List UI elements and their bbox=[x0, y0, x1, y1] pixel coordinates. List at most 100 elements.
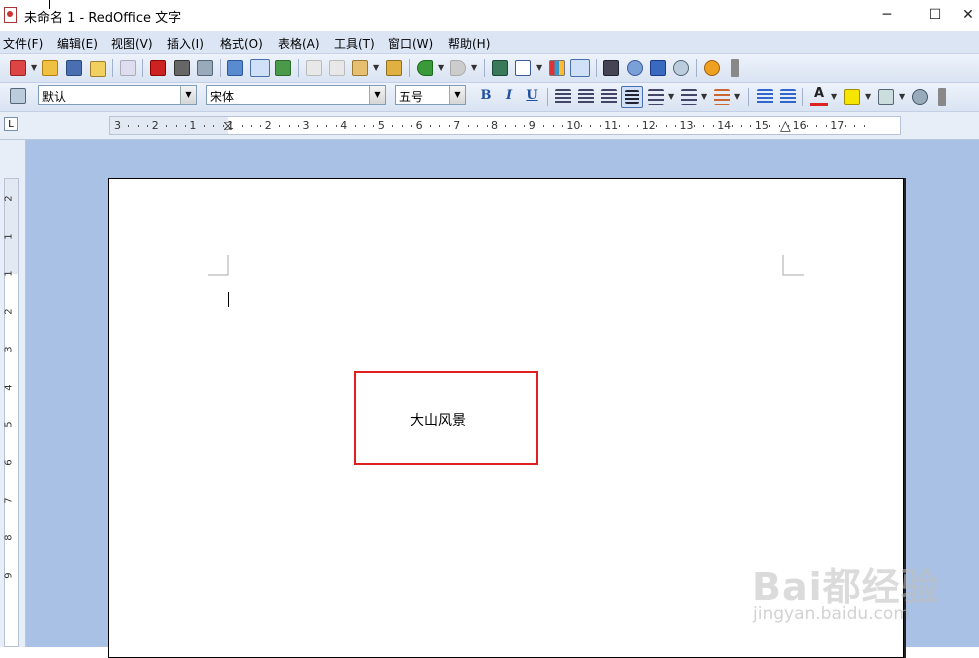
copy-icon[interactable] bbox=[329, 60, 345, 76]
ruler-tick bbox=[250, 125, 252, 127]
redo-icon[interactable] bbox=[450, 60, 466, 76]
chevron-down-icon[interactable]: ▼ bbox=[701, 92, 707, 101]
font-name-combo[interactable]: 宋体 ▼ bbox=[206, 85, 386, 105]
chevron-down-icon[interactable]: ▼ bbox=[899, 92, 905, 101]
increase-indent-icon[interactable] bbox=[780, 89, 796, 105]
zoom-icon[interactable] bbox=[673, 60, 689, 76]
ruler-number: 6 bbox=[3, 459, 15, 466]
ruler-tick bbox=[712, 125, 714, 127]
simplified-traditional-icon[interactable] bbox=[275, 60, 291, 76]
hyperlink-icon[interactable] bbox=[492, 60, 508, 76]
chevron-down-icon[interactable]: ▼ bbox=[831, 92, 837, 101]
italic-button[interactable]: I bbox=[500, 87, 518, 105]
paste-icon[interactable] bbox=[352, 60, 368, 76]
close-button[interactable]: ✕ bbox=[957, 0, 979, 31]
menu-view[interactable]: 视图(V) bbox=[111, 35, 153, 52]
minimize-button[interactable]: ─ bbox=[864, 0, 910, 31]
chevron-down-icon[interactable]: ▼ bbox=[31, 63, 37, 72]
chevron-down-icon[interactable]: ▼ bbox=[734, 92, 740, 101]
line-spacing-icon[interactable] bbox=[648, 89, 664, 105]
edit-file-icon[interactable] bbox=[120, 60, 136, 76]
underline-button[interactable]: U bbox=[523, 87, 541, 105]
menu-format[interactable]: 格式(O) bbox=[220, 35, 263, 52]
align-center-icon[interactable] bbox=[578, 89, 594, 105]
bold-button[interactable]: B bbox=[477, 87, 495, 105]
ruler-tick bbox=[241, 125, 243, 127]
auto-spellcheck-icon[interactable] bbox=[250, 59, 270, 77]
table-icon[interactable] bbox=[515, 60, 531, 76]
menu-table[interactable]: 表格(A) bbox=[278, 35, 320, 52]
right-indent-marker[interactable]: △ bbox=[780, 118, 791, 134]
menu-file[interactable]: 文件(F) bbox=[3, 35, 43, 52]
print-icon[interactable] bbox=[174, 60, 190, 76]
decrease-indent-icon[interactable] bbox=[757, 89, 773, 105]
chevron-down-icon[interactable]: ▼ bbox=[369, 86, 385, 104]
toolbar-overflow-icon[interactable] bbox=[938, 88, 946, 106]
export-pdf-icon[interactable] bbox=[150, 60, 166, 76]
print-preview-icon[interactable] bbox=[197, 60, 213, 76]
ruler-number: 1 bbox=[3, 270, 15, 278]
font-color-button[interactable]: A bbox=[810, 85, 828, 106]
ruler-number: 3 bbox=[114, 119, 121, 132]
left-indent-marker[interactable]: ⧖ bbox=[223, 118, 233, 134]
chevron-down-icon[interactable]: ▼ bbox=[438, 63, 444, 72]
menu-insert[interactable]: 插入(I) bbox=[167, 35, 204, 52]
chevron-down-icon[interactable]: ▼ bbox=[373, 63, 379, 72]
app-icon[interactable] bbox=[4, 7, 17, 23]
font-size-value: 五号 bbox=[399, 90, 424, 104]
ruler-number: 7 bbox=[453, 119, 461, 132]
ruler-tick bbox=[373, 125, 375, 127]
ruler-tick bbox=[693, 125, 695, 127]
chevron-down-icon[interactable]: ▼ bbox=[449, 86, 465, 104]
menu-tools[interactable]: 工具(T) bbox=[334, 35, 375, 52]
text-cursor bbox=[228, 292, 229, 307]
navigator-icon[interactable] bbox=[627, 60, 643, 76]
save-icon[interactable] bbox=[66, 60, 82, 76]
show-draw-functions-icon[interactable] bbox=[570, 59, 590, 77]
paragraph-style-combo[interactable]: 默认 ▼ bbox=[38, 85, 197, 105]
numbering-icon[interactable] bbox=[681, 89, 697, 105]
find-replace-icon[interactable] bbox=[603, 60, 619, 76]
tab-stop-selector[interactable]: L bbox=[4, 117, 18, 131]
align-left-icon[interactable] bbox=[555, 89, 571, 105]
cut-icon[interactable] bbox=[306, 60, 322, 76]
menu-help[interactable]: 帮助(H) bbox=[448, 35, 490, 52]
ruler-tick bbox=[665, 125, 667, 127]
open-folder-icon[interactable] bbox=[42, 60, 58, 76]
align-right-icon[interactable] bbox=[601, 89, 617, 105]
font-size-combo[interactable]: 五号 ▼ bbox=[395, 85, 466, 105]
maximize-button[interactable]: ☐ bbox=[912, 0, 958, 31]
chart-icon[interactable] bbox=[549, 60, 565, 76]
ruler-tick bbox=[741, 125, 743, 127]
help-icon[interactable] bbox=[704, 60, 720, 76]
toolbar-overflow-icon[interactable] bbox=[731, 59, 739, 77]
ruler-tick bbox=[769, 125, 771, 127]
styles-formatting-icon[interactable] bbox=[10, 88, 26, 104]
horizontal-ruler[interactable]: 3 2 1 1 2 3 4 5 6 7 8 9 10 11 12 13 14 15 16 17 ⧖ △ bbox=[109, 116, 901, 135]
spellcheck-icon[interactable] bbox=[227, 60, 243, 76]
menu-edit[interactable]: 编辑(E) bbox=[57, 35, 98, 52]
chevron-down-icon[interactable]: ▼ bbox=[180, 86, 196, 104]
character-icon[interactable] bbox=[912, 89, 928, 105]
ruler-tick bbox=[401, 125, 403, 127]
email-icon[interactable] bbox=[90, 61, 106, 77]
chevron-down-icon[interactable]: ▼ bbox=[536, 63, 542, 72]
menu-window[interactable]: 窗口(W) bbox=[388, 35, 433, 52]
text-box-content[interactable]: 大山风景 bbox=[410, 410, 466, 430]
chevron-down-icon[interactable]: ▼ bbox=[668, 92, 674, 101]
highlight-icon[interactable] bbox=[844, 89, 860, 105]
chevron-down-icon[interactable]: ▼ bbox=[865, 92, 871, 101]
undo-icon[interactable] bbox=[417, 60, 433, 76]
ruler-margin-top bbox=[5, 179, 18, 274]
bullets-icon[interactable] bbox=[714, 89, 730, 105]
ruler-tick bbox=[552, 125, 554, 127]
chevron-down-icon[interactable]: ▼ bbox=[471, 63, 477, 72]
vertical-ruler[interactable]: 2 1 1 2 3 4 5 6 7 8 9 bbox=[4, 178, 19, 647]
ruler-number: 8 bbox=[3, 534, 15, 541]
gallery-icon[interactable] bbox=[650, 60, 666, 76]
new-document-icon[interactable] bbox=[10, 60, 26, 76]
font-name-value: 宋体 bbox=[210, 90, 235, 104]
format-paintbrush-icon[interactable] bbox=[386, 60, 402, 76]
background-color-icon[interactable] bbox=[878, 89, 894, 105]
ruler-tick bbox=[147, 125, 149, 127]
